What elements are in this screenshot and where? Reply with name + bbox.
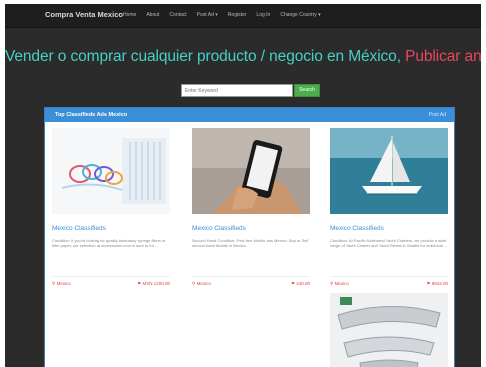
search-button[interactable]: Search: [294, 84, 320, 97]
map-marker-icon: ⚲: [192, 281, 196, 286]
tag-icon: ⚑: [426, 281, 431, 286]
listing-footer: ⚲ Mexico ⚑ 240.00: [192, 276, 310, 292]
listing-description: Condition: At Pacific Northwest Yacht Ch…: [330, 238, 448, 249]
tag-icon: ⚑: [290, 281, 295, 286]
listing-card: Mexico Classifieds Condition: If you're …: [52, 128, 170, 298]
nav-item-change-country[interactable]: Change Country ▾: [280, 12, 320, 18]
tag-icon: ⚑: [137, 281, 142, 286]
panel-title: Top Classifieds Ads Mexico: [55, 112, 128, 118]
listing-card: Mexico Classifieds Condition: At Pacific…: [330, 128, 448, 298]
brand-logo[interactable]: Compra Venta Mexico: [45, 10, 123, 19]
mobile-phone-image[interactable]: [192, 128, 310, 214]
listing-price: ⚑ MXN 1200.00: [137, 281, 170, 286]
nav-item-contact[interactable]: Contact: [169, 12, 186, 18]
listing-title[interactable]: Mexico Classifieds: [192, 225, 246, 232]
listing-price: ⚑ 9843.00: [426, 281, 448, 286]
syringe-filters-image[interactable]: [52, 128, 170, 214]
panel-post-ad-link[interactable]: Post Ad: [429, 112, 446, 118]
map-marker-icon: ⚲: [330, 281, 334, 286]
navbar: Compra Venta Mexico Home About Contact P…: [5, 4, 481, 28]
yacht-image[interactable]: [330, 128, 448, 214]
hero-heading: Vender o comprar cualquier producto / ne…: [5, 48, 481, 66]
listing-title[interactable]: Mexico Classifieds: [330, 225, 384, 232]
hero-text: Vender o comprar cualquier producto / ne…: [5, 48, 401, 65]
listing-location: ⚲ Mexico: [330, 281, 349, 286]
post-free-ad-link[interactable]: Publicar anuncio gratis: [405, 48, 481, 65]
listing-description: Second Hand Condition: Post free Mobile …: [192, 238, 309, 249]
listing-card: Mexico Classifieds Second Hand Condition…: [192, 128, 310, 298]
nav-menu: Home About Contact Post Ad ▾ Register Lo…: [123, 12, 321, 18]
nav-item-login[interactable]: Log In: [256, 12, 270, 18]
listing-location: ⚲ Mexico: [52, 281, 71, 286]
map-marker-icon: ⚲: [52, 281, 56, 286]
listing-title[interactable]: Mexico Classifieds: [52, 225, 106, 232]
nav-item-home[interactable]: Home: [123, 12, 136, 18]
panel-heading: Top Classifieds Ads Mexico Post Ad: [45, 108, 454, 122]
car-bumper-image[interactable]: [330, 293, 448, 367]
listing-description: Condition: If you're looking for quality…: [52, 238, 166, 249]
listing-footer: ⚲ Mexico ⚑ 9843.00: [330, 276, 448, 292]
listing-footer: ⚲ Mexico ⚑ MXN 1200.00: [52, 276, 170, 292]
nav-item-post-ad[interactable]: Post Ad ▾: [197, 12, 218, 18]
listing-price: ⚑ 240.00: [290, 281, 310, 286]
top-classifieds-panel: Top Classifieds Ads Mexico Post Ad Mexic…: [44, 107, 455, 367]
nav-item-about[interactable]: About: [146, 12, 159, 18]
search-input[interactable]: [181, 84, 293, 97]
browser-page: Compra Venta Mexico Home About Contact P…: [5, 4, 481, 367]
listing-location: ⚲ Mexico: [192, 281, 211, 286]
nav-item-register[interactable]: Register: [228, 12, 247, 18]
listing-card: [330, 293, 448, 367]
